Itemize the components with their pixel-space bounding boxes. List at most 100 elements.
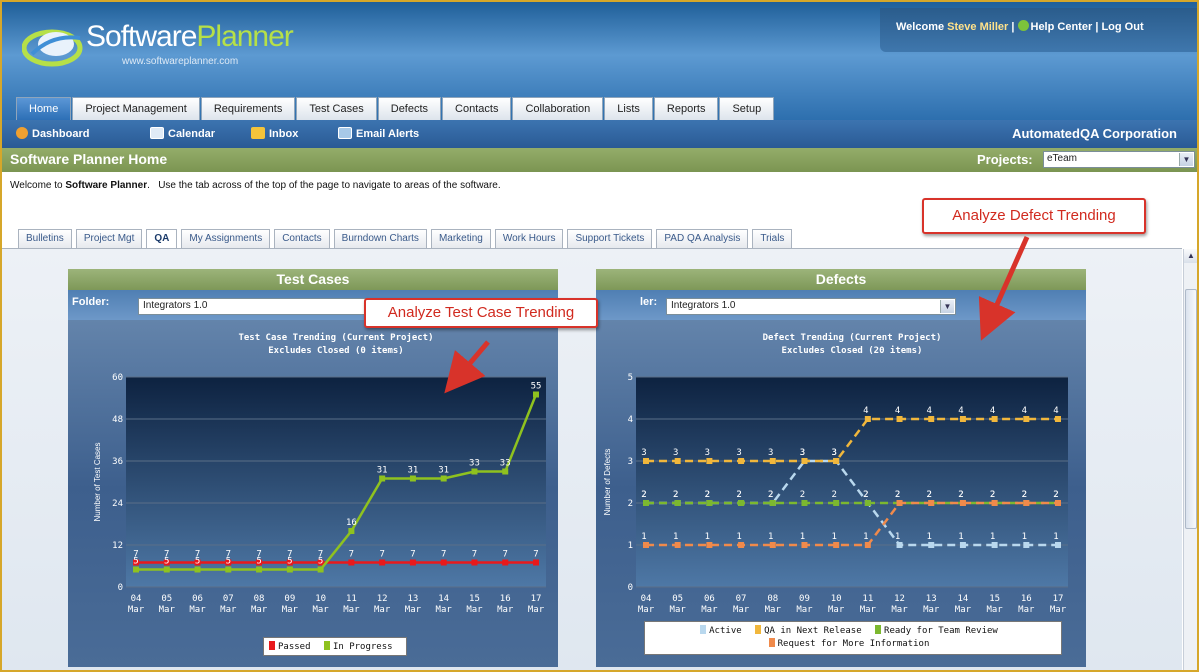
y-tick-label: 60: [112, 373, 123, 383]
folder-select-value: Integrators 1.0: [671, 300, 736, 311]
y-tick-label: 1: [628, 541, 633, 551]
data-point: [801, 542, 808, 548]
data-point: [706, 458, 713, 464]
projects-label: Projects:: [977, 152, 1033, 167]
vertical-scrollbar[interactable]: ▲: [1183, 249, 1197, 670]
data-point: [643, 500, 649, 506]
data-label: 31: [377, 466, 388, 476]
x-tick-label: Mar: [891, 605, 908, 615]
data-point: [348, 528, 355, 534]
data-label: 2: [800, 490, 805, 500]
data-label: 1: [768, 532, 773, 542]
tab-work-hours[interactable]: Work Hours: [494, 229, 564, 248]
data-point: [928, 542, 935, 548]
tab-requirements[interactable]: Requirements: [200, 97, 296, 120]
data-label: 2: [863, 490, 868, 500]
projects-select-value: eTeam: [1047, 153, 1078, 164]
data-label: 7: [349, 550, 354, 560]
data-point: [256, 566, 263, 573]
x-tick-label: 07: [223, 594, 234, 604]
y-tick-label: 2: [628, 499, 633, 509]
tab-project-mgt[interactable]: Project Mgt: [75, 229, 143, 248]
calendar-link[interactable]: Calendar: [150, 127, 215, 140]
tab-contacts-inner[interactable]: Contacts: [274, 229, 330, 248]
x-tick-label: 11: [346, 594, 357, 604]
tab-reports[interactable]: Reports: [653, 97, 719, 120]
x-tick-label: Mar: [701, 605, 718, 615]
logout-link[interactable]: Log Out: [1101, 21, 1143, 33]
data-label: 1: [705, 532, 710, 542]
tab-bulletins[interactable]: Bulletins: [18, 229, 72, 248]
data-label: 7: [441, 550, 446, 560]
panel-title: Test Cases: [68, 269, 558, 290]
chart-title: Defect Trending (Current Project): [763, 332, 942, 343]
data-point: [833, 458, 840, 464]
tab-support-tickets[interactable]: Support Tickets: [567, 229, 653, 248]
tab-my-assignments[interactable]: My Assignments: [181, 229, 271, 248]
data-point: [864, 416, 871, 422]
calendar-icon: [150, 127, 164, 139]
data-label: 1: [800, 532, 805, 542]
data-point: [379, 559, 386, 566]
inbox-label: Inbox: [269, 128, 299, 140]
tab-contacts[interactable]: Contacts: [442, 97, 512, 120]
help-center-link[interactable]: Help Center: [1031, 21, 1093, 33]
projects-select[interactable]: eTeam ▼: [1043, 151, 1195, 168]
chevron-down-icon[interactable]: ▼: [940, 300, 954, 313]
data-label: 1: [673, 532, 678, 542]
data-point: [317, 566, 324, 573]
x-tick-label: 13: [926, 594, 937, 604]
tab-test-cases[interactable]: Test Cases: [296, 97, 377, 120]
data-point: [706, 542, 713, 548]
tab-trials[interactable]: Trials: [752, 229, 793, 248]
tab-home[interactable]: Home: [16, 97, 72, 120]
data-point: [769, 458, 776, 464]
logo-word1: Software: [86, 20, 197, 53]
folder-select[interactable]: Integrators 1.0 ▼: [666, 298, 956, 315]
data-label: 2: [958, 490, 963, 500]
data-label: 3: [641, 448, 646, 458]
data-label: 33: [500, 459, 511, 469]
chevron-down-icon[interactable]: ▼: [1179, 153, 1193, 166]
email-alerts-link[interactable]: Email Alerts: [338, 127, 419, 140]
data-point: [928, 500, 935, 506]
data-point: [643, 458, 649, 464]
x-tick-label: Mar: [796, 605, 813, 615]
page-title: Software Planner Home: [10, 151, 168, 167]
y-axis-label: Number of Defects: [603, 449, 612, 516]
chart-title: Test Case Trending (Current Project): [238, 332, 433, 343]
y-axis-label: Number of Test Cases: [93, 443, 102, 522]
dashboard-link[interactable]: Dashboard: [16, 127, 89, 140]
legend-swatch: [323, 641, 330, 650]
calendar-label: Calendar: [168, 128, 216, 140]
data-label: 1: [958, 532, 963, 542]
welcome-app-name: Software Planner: [65, 180, 148, 191]
folder-label: ler:: [640, 296, 658, 308]
tab-marketing[interactable]: Marketing: [430, 229, 491, 248]
folder-label: Folder:: [72, 296, 110, 308]
tab-collaboration[interactable]: Collaboration: [512, 97, 604, 120]
data-label: 16: [346, 518, 357, 528]
legend-swatch: [768, 638, 775, 647]
x-tick-label: 10: [315, 594, 326, 604]
separator: |: [1011, 21, 1015, 33]
user-bar: Welcome Steve Miller | Help Center | Log…: [880, 8, 1197, 52]
x-tick-label: Mar: [343, 605, 360, 615]
data-point: [133, 566, 139, 573]
tab-lists[interactable]: Lists: [604, 97, 653, 120]
tab-pad-qa-analysis[interactable]: PAD QA Analysis: [656, 229, 749, 248]
tab-defects[interactable]: Defects: [377, 97, 442, 120]
tab-setup[interactable]: Setup: [719, 97, 775, 120]
tab-qa[interactable]: QA: [146, 229, 178, 248]
scroll-thumb[interactable]: [1185, 289, 1197, 529]
tab-burndown-charts[interactable]: Burndown Charts: [333, 229, 427, 248]
x-tick-label: Mar: [374, 605, 391, 615]
scroll-up-icon[interactable]: ▲: [1184, 249, 1197, 263]
x-tick-label: 08: [254, 594, 265, 604]
x-tick-label: 10: [831, 594, 842, 604]
x-tick-label: 04: [131, 594, 142, 604]
callout-defect-trending: Analyze Defect Trending: [922, 198, 1146, 234]
inbox-link[interactable]: Inbox: [251, 127, 298, 140]
dashboard-tabs: Bulletins Project Mgt QA My Assignments …: [18, 229, 796, 248]
tab-project-management[interactable]: Project Management: [72, 97, 200, 120]
